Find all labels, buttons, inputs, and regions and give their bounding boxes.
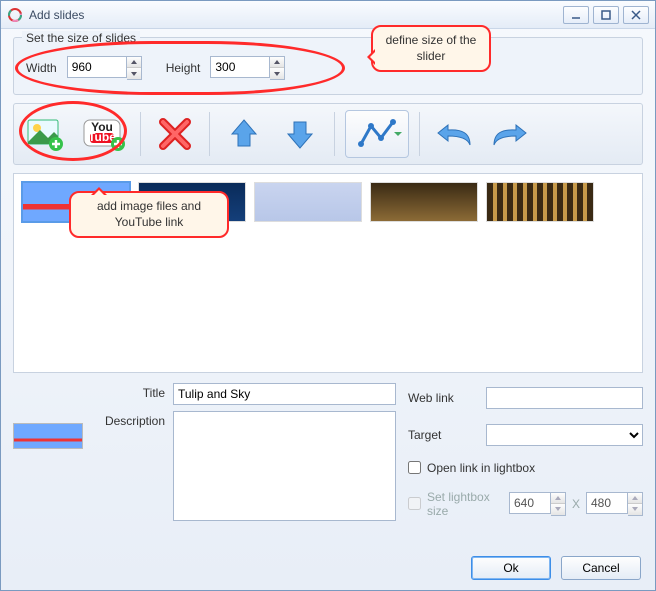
lightbox-width-field bbox=[509, 492, 566, 516]
annotation-callout-size: define size of the slider bbox=[371, 25, 491, 72]
annotation-callout-add: add image files and YouTube link bbox=[69, 191, 229, 238]
open-lightbox-label: Open link in lightbox bbox=[427, 461, 535, 475]
move-up-button[interactable] bbox=[220, 110, 268, 158]
lightbox-height-input bbox=[586, 492, 628, 514]
maximize-button[interactable] bbox=[593, 6, 619, 24]
window-title: Add slides bbox=[29, 8, 563, 22]
height-field[interactable] bbox=[210, 56, 285, 80]
slide-size-legend: Set the size of slides bbox=[22, 31, 140, 45]
set-lightbox-size-label: Set lightbox size bbox=[427, 490, 503, 518]
minimize-button[interactable] bbox=[563, 6, 589, 24]
thumbnail[interactable] bbox=[254, 182, 362, 222]
title-input[interactable] bbox=[173, 383, 396, 405]
dialog-footer: Ok Cancel bbox=[471, 556, 641, 580]
height-label: Height bbox=[166, 61, 201, 75]
thumbnail[interactable] bbox=[486, 182, 594, 222]
height-up[interactable] bbox=[270, 57, 284, 68]
app-icon bbox=[7, 7, 23, 23]
delete-button[interactable] bbox=[151, 110, 199, 158]
width-up[interactable] bbox=[127, 57, 141, 68]
width-label: Width bbox=[26, 61, 57, 75]
slide-size-group: Set the size of slides Width Height bbox=[13, 37, 643, 95]
lightbox-width-input bbox=[509, 492, 551, 514]
preview-thumb bbox=[13, 423, 83, 449]
title-label: Title bbox=[95, 383, 165, 400]
target-label: Target bbox=[408, 428, 480, 442]
cancel-button[interactable]: Cancel bbox=[561, 556, 641, 580]
add-slides-dialog: Add slides define size of the slider Set… bbox=[0, 0, 656, 591]
undo-button[interactable] bbox=[430, 110, 478, 158]
width-input[interactable] bbox=[67, 56, 127, 78]
redo-button[interactable] bbox=[486, 110, 534, 158]
thumbnail[interactable] bbox=[370, 182, 478, 222]
height-down[interactable] bbox=[270, 68, 284, 79]
width-field[interactable] bbox=[67, 56, 142, 80]
toolbar: YouTube bbox=[13, 103, 643, 165]
description-label: Description bbox=[95, 411, 165, 428]
width-down[interactable] bbox=[127, 68, 141, 79]
titlebar: Add slides bbox=[1, 1, 655, 29]
height-input[interactable] bbox=[210, 56, 270, 78]
move-down-button[interactable] bbox=[276, 110, 324, 158]
weblink-label: Web link bbox=[408, 391, 480, 405]
lightbox-height-field bbox=[586, 492, 643, 516]
add-image-button[interactable] bbox=[18, 108, 70, 160]
target-select[interactable] bbox=[486, 424, 643, 446]
effects-dropdown[interactable] bbox=[345, 110, 409, 158]
ok-button[interactable]: Ok bbox=[471, 556, 551, 580]
close-button[interactable] bbox=[623, 6, 649, 24]
lightbox-x-label: X bbox=[572, 497, 580, 511]
details-panel: Title Description Web link Target Open l… bbox=[13, 383, 643, 521]
weblink-input[interactable] bbox=[486, 387, 643, 409]
open-lightbox-checkbox[interactable] bbox=[408, 461, 421, 474]
description-textarea[interactable] bbox=[173, 411, 396, 521]
set-lightbox-size-checkbox bbox=[408, 497, 421, 510]
add-youtube-button[interactable]: YouTube bbox=[78, 108, 130, 160]
